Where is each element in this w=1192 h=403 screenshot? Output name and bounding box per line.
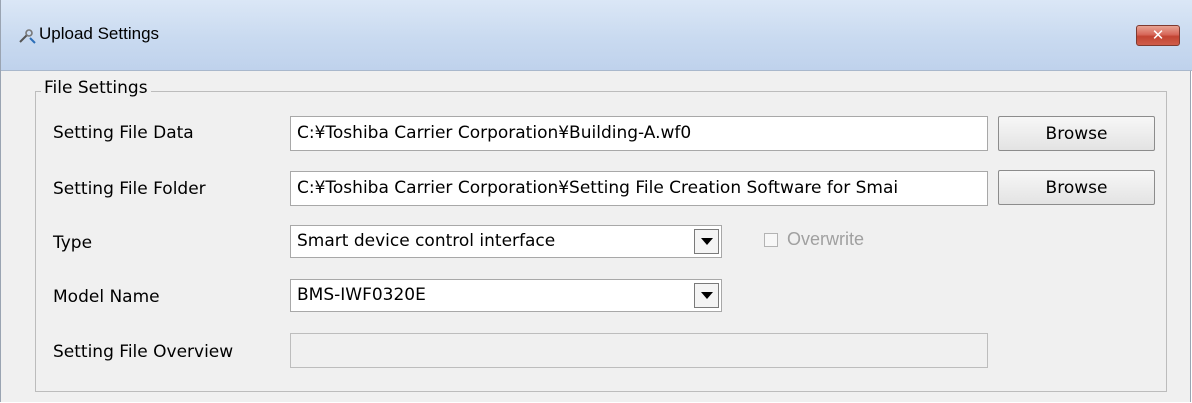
- browse-folder-button[interactable]: Browse: [998, 170, 1155, 205]
- browse-folder-button-label: Browse: [1045, 177, 1108, 198]
- dropdown-arrow-icon[interactable]: [694, 229, 719, 254]
- overwrite-checkbox[interactable]: [764, 233, 778, 247]
- close-icon: ✕: [1151, 26, 1165, 44]
- setting-file-folder-label: Setting File Folder: [53, 179, 206, 199]
- model-name-select[interactable]: BMS-IWF0320E: [290, 279, 722, 312]
- model-name-select-value: BMS-IWF0320E: [297, 285, 426, 305]
- group-title: File Settings: [41, 78, 151, 98]
- type-select[interactable]: Smart device control interface: [290, 225, 722, 258]
- title-bar[interactable]: Upload Settings ✕: [1, 0, 1192, 71]
- setting-file-overview-input: [290, 333, 988, 368]
- browse-data-button[interactable]: Browse: [998, 116, 1155, 151]
- setting-file-folder-input[interactable]: C:¥Toshiba Carrier Corporation¥Setting F…: [290, 171, 988, 206]
- setting-file-data-input[interactable]: C:¥Toshiba Carrier Corporation¥Building-…: [290, 116, 988, 151]
- setting-file-overview-label: Setting File Overview: [53, 342, 234, 362]
- dropdown-arrow-icon[interactable]: [694, 283, 719, 308]
- window-title: Upload Settings: [39, 24, 160, 43]
- upload-settings-window: Upload Settings ✕ File Settings Setting …: [0, 0, 1192, 402]
- type-label: Type: [53, 233, 93, 253]
- browse-data-button-label: Browse: [1045, 123, 1108, 144]
- setting-file-data-label: Setting File Data: [53, 123, 194, 143]
- overwrite-label: Overwrite: [787, 229, 865, 249]
- type-select-value: Smart device control interface: [297, 231, 556, 251]
- settings-tools-icon: [18, 28, 36, 44]
- model-name-label: Model Name: [53, 287, 160, 307]
- close-button[interactable]: ✕: [1136, 25, 1180, 46]
